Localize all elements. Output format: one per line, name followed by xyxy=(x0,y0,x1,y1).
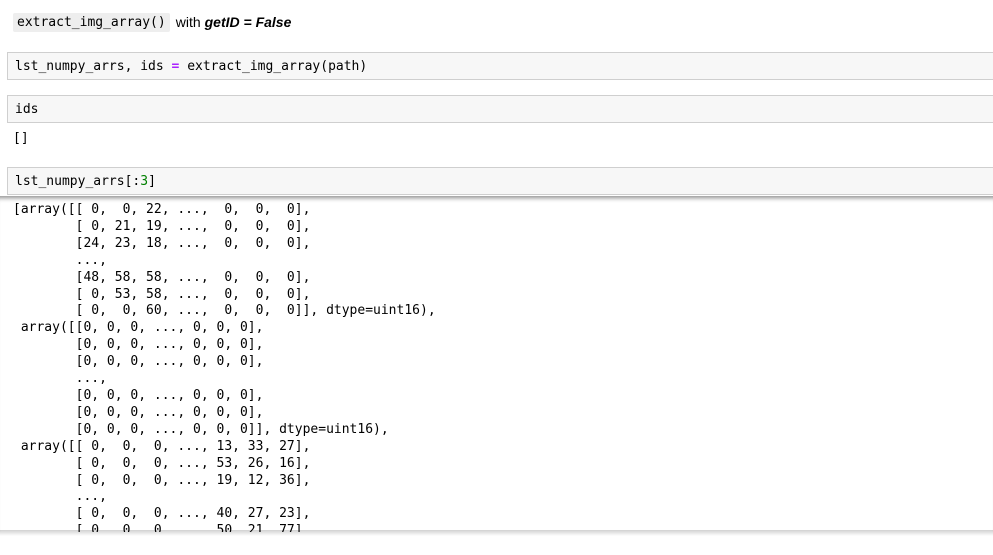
output-line: ..., xyxy=(13,252,107,268)
output-line: array([[ 0, 0, 0, ..., 13, 33, 27], xyxy=(13,438,311,454)
code-cell-input[interactable]: lst_numpy_arrs, ids = extract_img_array(… xyxy=(7,52,993,80)
markdown-text: with xyxy=(175,14,201,30)
output-line: [ 0, 0, 60, ..., 0, 0, 0]], dtype=uint16… xyxy=(13,303,436,319)
code-cell-input[interactable]: ids xyxy=(7,95,993,123)
output-line: ..., xyxy=(13,371,107,387)
output-line: [ 0, 21, 19, ..., 0, 0, 0], xyxy=(13,218,311,234)
output-line: [0, 0, 0, ..., 0, 0, 0], xyxy=(13,337,264,353)
output-line: [ 0, 0, 0, ..., 19, 12, 36], xyxy=(13,472,311,488)
markdown-emphasis: getID = False xyxy=(204,14,292,30)
code-text: extract_img_array(path) xyxy=(179,58,368,74)
code-text: ids xyxy=(15,101,39,117)
cell-output-text: [array([[ 0, 0, 22, ..., 0, 0, 0], [ 0, … xyxy=(13,202,436,532)
output-line: [0, 0, 0, ..., 0, 0, 0]], dtype=uint16), xyxy=(13,421,389,437)
output-line: [ 0, 53, 58, ..., 0, 0, 0], xyxy=(13,286,311,302)
code-cell-input[interactable]: lst_numpy_arrs[: 3] xyxy=(7,167,993,195)
output-bottom-shadow xyxy=(0,530,993,536)
output-line: [0, 0, 0, ..., 0, 0, 0], xyxy=(13,387,264,403)
output-line: ..., xyxy=(13,489,107,505)
code-text: ] xyxy=(148,173,156,189)
output-line: [ 0, 0, 0, ..., 40, 27, 23], xyxy=(13,506,311,522)
code-text: lst_numpy_arrs, ids xyxy=(15,58,172,74)
markdown-heading: extract_img_array() with getID = False xyxy=(13,10,291,34)
inline-code: extract_img_array() xyxy=(13,12,170,32)
code-operator: = xyxy=(171,58,180,74)
output-line: [0, 0, 0, ..., 0, 0, 0], xyxy=(13,404,264,420)
cell-output-text: [] xyxy=(13,131,29,146)
output-line: [0, 0, 0, ..., 0, 0, 0], xyxy=(13,354,264,370)
output-line: array([[0, 0, 0, ..., 0, 0, 0], xyxy=(13,320,264,336)
output-line: [24, 23, 18, ..., 0, 0, 0], xyxy=(13,235,311,251)
code-text: lst_numpy_arrs[: xyxy=(15,173,141,189)
output-line: [48, 58, 58, ..., 0, 0, 0], xyxy=(13,269,311,285)
code-number: 3 xyxy=(140,173,149,189)
scrollable-output-area[interactable]: [array([[ 0, 0, 22, ..., 0, 0, 0], [ 0, … xyxy=(0,196,993,532)
output-line: [array([[ 0, 0, 22, ..., 0, 0, 0], xyxy=(13,202,311,217)
output-line: [ 0, 0, 0, ..., 53, 26, 16], xyxy=(13,455,311,471)
